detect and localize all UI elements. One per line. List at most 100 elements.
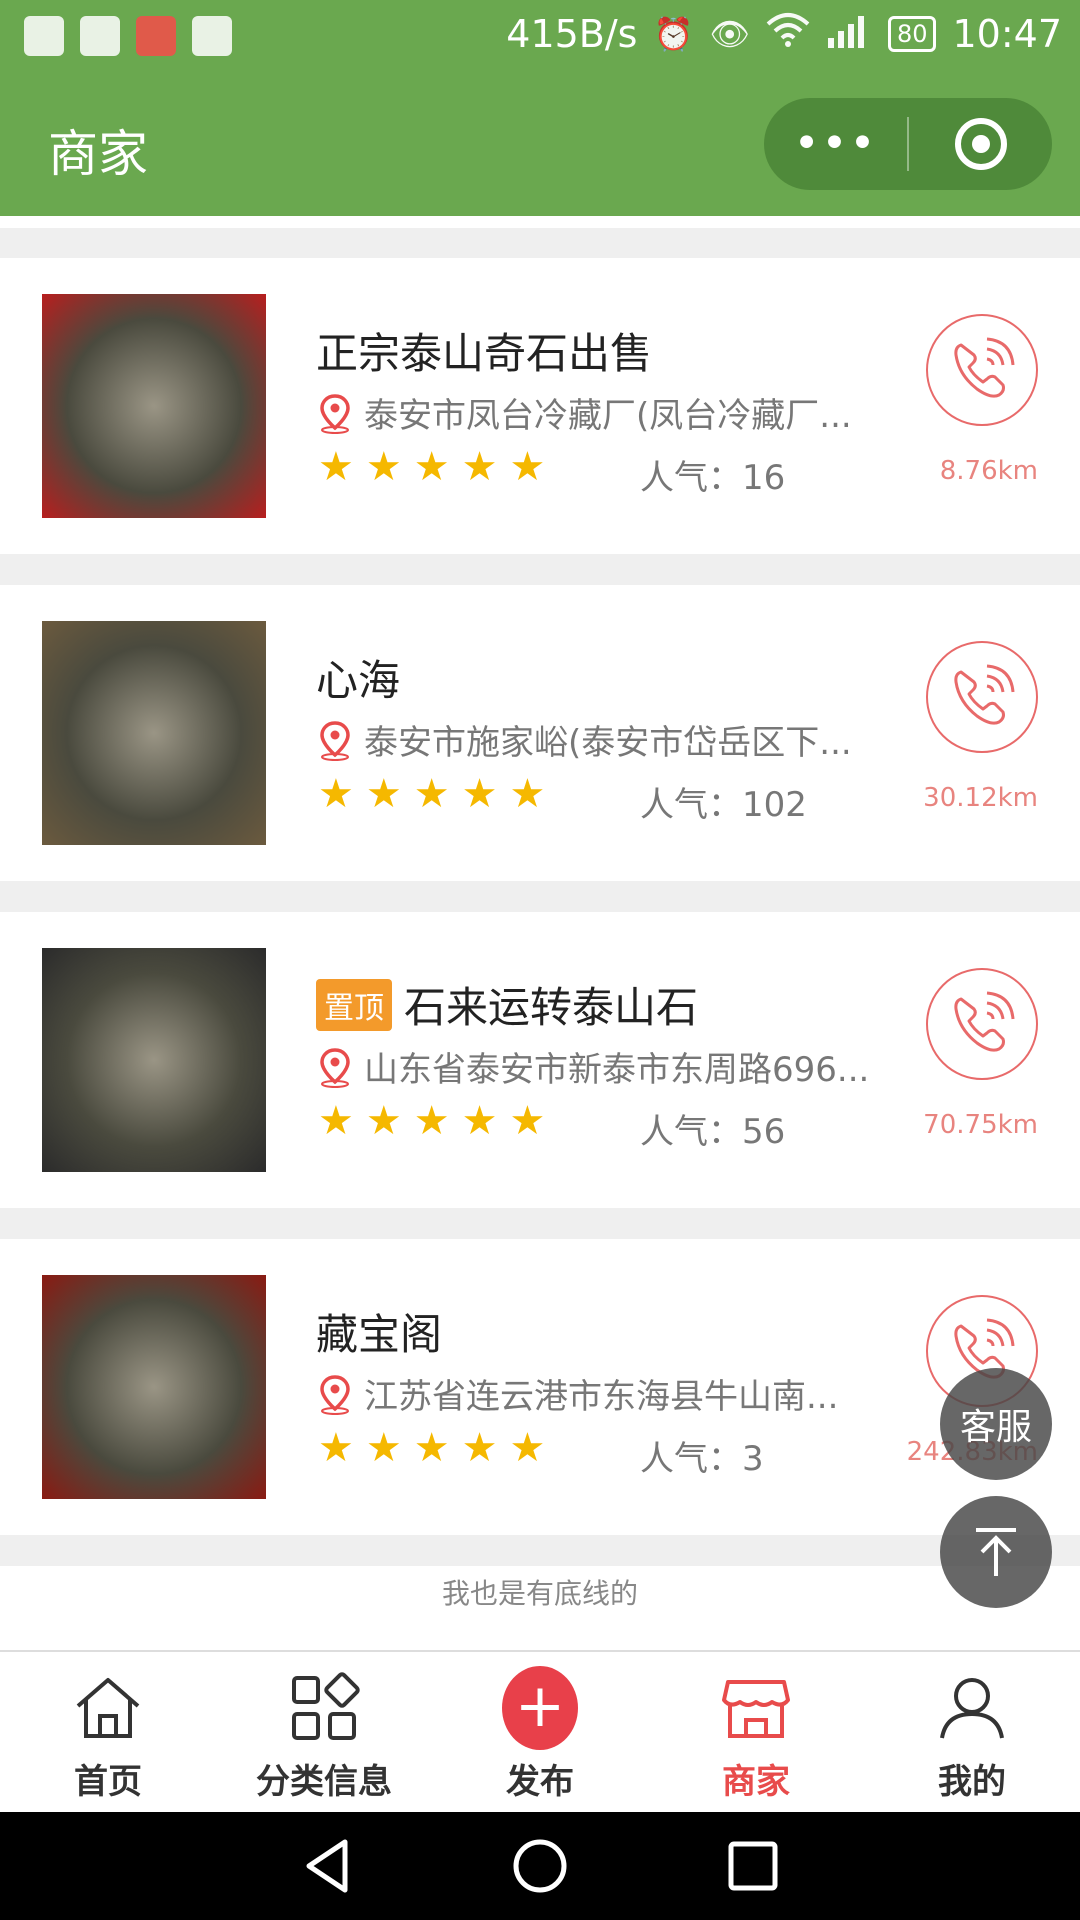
star-icon: ★: [413, 1098, 450, 1144]
merchant-name: 石来运转泰山石: [404, 983, 699, 1032]
recents-nav-icon[interactable]: [723, 1836, 783, 1896]
merchant-name-row: 心海: [316, 647, 400, 708]
merchant-card[interactable]: 置顶 石来运转泰山石 山东省泰安市新泰市东周路696... ★ ★ ★ ★ ★ 人气：56 70.…: [0, 912, 1080, 1208]
star-icon: ★: [509, 444, 546, 490]
status-bar: 415B/s ⏰ 👁 80 10:47: [0, 0, 1080, 72]
close-button[interactable]: [909, 118, 1052, 170]
tab-home[interactable]: 首页: [0, 1652, 216, 1812]
cloud-notification-icon: [136, 16, 176, 56]
distance-label: 30.12km: [923, 783, 1038, 813]
tab-label: 首页: [74, 1762, 142, 1802]
merchant-thumbnail[interactable]: [42, 948, 266, 1172]
popularity-count: 人气：16: [640, 458, 786, 498]
back-nav-icon[interactable]: [297, 1836, 357, 1896]
rating-stars: ★ ★ ★ ★ ★: [318, 1427, 545, 1469]
merchant-address: 泰安市施家峪(泰安市岱岳区下...: [364, 723, 852, 763]
popularity-count: 人气：102: [640, 785, 807, 825]
location-pin-icon: [320, 720, 350, 761]
tab-store[interactable]: 商家: [648, 1652, 864, 1812]
merchant-address-row: 泰安市施家峪(泰安市岱岳区下...: [316, 715, 896, 764]
tab-label: 我的: [938, 1762, 1006, 1802]
star-icon: ★: [461, 771, 498, 817]
star-icon: ★: [413, 771, 450, 817]
star-icon: ★: [318, 771, 354, 817]
customer-service-button[interactable]: 客服: [940, 1368, 1052, 1480]
merchant-address-row: 山东省泰安市新泰市东周路696...: [316, 1042, 896, 1091]
battery-icon: 80: [887, 16, 937, 52]
rating-stars: ★ ★ ★ ★ ★: [318, 1100, 545, 1142]
merchant-thumbnail[interactable]: [42, 1275, 266, 1499]
star-icon: ★: [413, 1425, 450, 1471]
merchant-thumbnail[interactable]: [42, 294, 266, 518]
bottom-tab-bar: 首页 分类信息 + 发布 商家 我的: [0, 1650, 1080, 1812]
merchant-card[interactable]: 心海泰安市施家峪(泰安市岱岳区下... ★ ★ ★ ★ ★ 人气：102 30.12km: [0, 585, 1080, 881]
call-button[interactable]: [926, 641, 1038, 753]
call-button[interactable]: [926, 968, 1038, 1080]
popularity-count: 人气：56: [640, 1112, 786, 1152]
star-icon: ★: [461, 444, 498, 490]
back-to-top-button[interactable]: [940, 1496, 1052, 1608]
tab-profile[interactable]: 我的: [864, 1652, 1080, 1812]
more-button[interactable]: •••: [764, 98, 907, 190]
publish-icon: +: [502, 1666, 578, 1750]
distance-label: 70.75km: [923, 1110, 1038, 1140]
home-icon: [70, 1670, 146, 1746]
call-button[interactable]: [926, 314, 1038, 426]
star-icon: ★: [509, 1425, 546, 1471]
phone-icon: [954, 991, 1015, 1052]
merchant-name-row: 藏宝阁: [316, 1301, 442, 1362]
location-pin-icon: [320, 1374, 350, 1415]
tab-label: 发布: [506, 1762, 574, 1802]
pinned-badge: 置顶: [316, 978, 392, 1031]
merchant-address: 泰安市凤台冷藏厂(凤台冷藏厂...: [364, 396, 852, 436]
star-icon: ★: [461, 1098, 498, 1144]
home-nav-icon[interactable]: [510, 1836, 570, 1896]
gallery-notification-icon: [80, 16, 120, 56]
merchant-card[interactable]: 正宗泰山奇石出售 泰安市凤台冷藏厂(凤台冷藏厂... ★ ★ ★ ★ ★ 人气：16 8.76k…: [0, 258, 1080, 554]
qq-notification-icon: [24, 16, 64, 56]
location-pin-icon: [320, 393, 350, 434]
list-top-strip: [0, 216, 1080, 228]
rating-stars: ★ ★ ★ ★ ★: [318, 773, 545, 815]
star-icon: ★: [365, 1098, 402, 1144]
page-title: 商家: [48, 125, 148, 183]
eye-icon: 👁: [709, 15, 750, 53]
notification-icons: [24, 16, 232, 56]
merchant-address-row: 江苏省连云港市东海县牛山南...: [316, 1369, 896, 1418]
star-icon: ★: [318, 1425, 354, 1471]
store-icon: [718, 1670, 794, 1746]
profile-icon: [934, 1670, 1010, 1746]
star-icon: ★: [318, 444, 354, 490]
merchant-address: 山东省泰安市新泰市东周路696...: [364, 1050, 870, 1090]
merchant-address-row: 泰安市凤台冷藏厂(凤台冷藏厂...: [316, 388, 896, 437]
end-of-list-tip: 我也是有底线的: [441, 1577, 638, 1610]
mini-program-capsule: •••: [764, 98, 1052, 190]
distance-label: 8.76km: [939, 456, 1038, 486]
star-icon: ★: [365, 444, 402, 490]
popularity-count: 人气：3: [640, 1439, 764, 1479]
location-pin-icon: [320, 1047, 350, 1088]
rating-stars: ★ ★ ★ ★ ★: [318, 446, 545, 488]
star-icon: ★: [509, 1098, 546, 1144]
merchant-card[interactable]: 藏宝阁江苏省连云港市东海县牛山南...★★★★★人气：3242.83km: [0, 1239, 1080, 1535]
merchant-name: 心海: [316, 656, 401, 705]
merchant-name: 藏宝阁: [316, 1310, 443, 1359]
category-icon: [286, 1670, 362, 1746]
star-icon: ★: [365, 1425, 402, 1471]
star-icon: ★: [318, 1098, 354, 1144]
tab-category[interactable]: 分类信息: [216, 1652, 432, 1812]
system-nav-bar: [0, 1812, 1080, 1920]
star-icon: ★: [365, 771, 402, 817]
tab-publish[interactable]: + 发布: [432, 1652, 648, 1812]
merchant-list: [0, 216, 1080, 228]
phone-icon: [954, 337, 1015, 398]
merchant-thumbnail[interactable]: [42, 621, 266, 845]
star-icon: ★: [413, 444, 450, 490]
title-bar: 商家 •••: [0, 72, 1080, 216]
star-icon: ★: [461, 1425, 498, 1471]
tab-label: 分类信息: [256, 1762, 392, 1802]
tab-label: 商家: [722, 1762, 790, 1802]
merchant-address: 江苏省连云港市东海县牛山南...: [364, 1377, 839, 1417]
merchant-name-row: 正宗泰山奇石出售: [316, 320, 652, 381]
target-icon: [954, 118, 1007, 170]
